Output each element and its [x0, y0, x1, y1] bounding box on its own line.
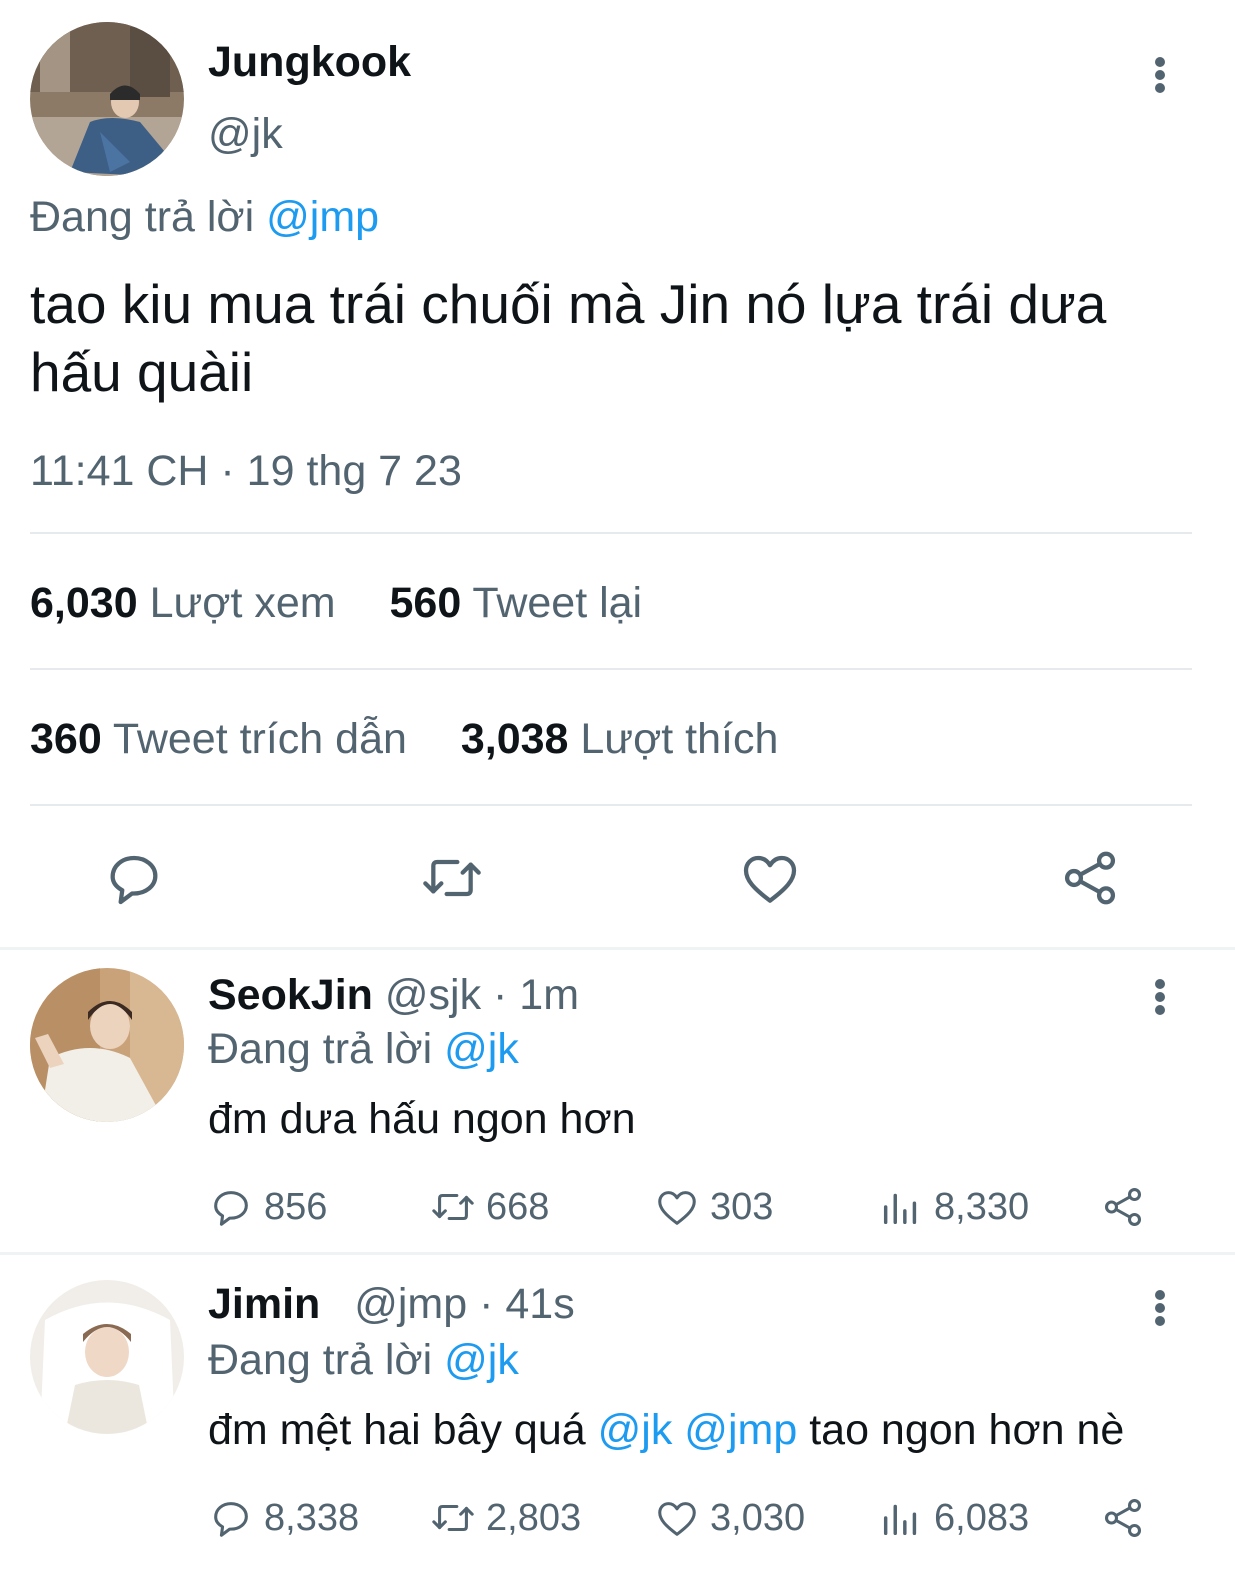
like-icon [658, 1191, 696, 1225]
likes-label: Lượt thích [580, 715, 779, 763]
like-count: 303 [710, 1185, 774, 1228]
reply-text: đm mệt hai bây quá @jk @jmp tao ngon hơn… [208, 1405, 1124, 1455]
divider [30, 668, 1192, 670]
replying-label: Đang trả lời [30, 193, 255, 241]
replying-label: Đang trả lời [208, 1025, 433, 1073]
more-options-icon[interactable] [1154, 1287, 1166, 1327]
reply-icon[interactable] [102, 846, 166, 910]
avatar[interactable] [30, 1280, 184, 1434]
reply-icon [214, 1502, 248, 1537]
author-name[interactable]: SeokJin [208, 971, 373, 1019]
likes-stat[interactable]: 3,038 Lượt thích [461, 715, 779, 763]
author-handle[interactable]: @jmp [354, 1280, 467, 1328]
retweets-label: Tweet lại [472, 579, 643, 627]
main-tweet: Jungkook @jk Đang trả lời @jmp tao kiu m… [0, 0, 1235, 955]
like-button[interactable]: 303 [654, 1182, 773, 1232]
reply-action-bar: 856 668 303 8,330 [208, 1182, 1168, 1232]
replying-to: Đang trả lời @jk [208, 1024, 519, 1074]
avatar-photo [30, 1280, 184, 1434]
retweet-icon[interactable] [420, 846, 484, 910]
mention-link[interactable]: @jk [598, 1406, 673, 1454]
retweets-stat[interactable]: 560 Tweet lại [390, 579, 643, 627]
replying-to: Đang trả lời @jmp [30, 192, 379, 242]
reply-action-bar: 8,338 2,803 3,030 6,083 [208, 1493, 1168, 1543]
views-label: Lượt xem [149, 579, 336, 627]
author-name[interactable]: Jimin [208, 1280, 320, 1328]
retweet-button[interactable]: 668 [430, 1182, 549, 1232]
replying-to-mention[interactable]: @jmp [266, 193, 379, 241]
avatar-photo [30, 968, 184, 1122]
author-handle[interactable]: @jk [208, 110, 283, 158]
share-icon [1104, 1499, 1142, 1537]
more-options-icon[interactable] [1154, 976, 1166, 1016]
retweet-icon [432, 1193, 474, 1221]
retweets-count: 560 [389, 579, 462, 627]
reply-header: Jimin @jmp · 41s [208, 1279, 575, 1329]
view-count: 6,083 [934, 1496, 1030, 1539]
reply-text-before: đm mệt hai bây quá [208, 1406, 586, 1454]
views-icon [883, 1193, 917, 1225]
avatar[interactable] [30, 22, 184, 176]
like-button[interactable]: 3,030 [654, 1493, 805, 1543]
views-icon [883, 1504, 917, 1536]
share-icon [1104, 1188, 1142, 1226]
tweet-text: tao kiu mua trái chuối mà Jin nó lựa trá… [30, 273, 1107, 403]
views-button[interactable]: 8,330 [878, 1182, 1029, 1232]
reply-text-after: tao ngon hơn nè [809, 1406, 1125, 1454]
tweet-timestamp[interactable]: 11:41 CH · 19 thg 7 23 [30, 446, 462, 496]
avatar-photo [30, 22, 184, 176]
author-name[interactable]: Jungkook [208, 38, 411, 86]
share-icon[interactable] [1058, 846, 1122, 910]
reply-time[interactable]: · 41s [479, 1280, 575, 1328]
mention-link[interactable]: @jmp [684, 1406, 797, 1454]
avatar[interactable] [30, 968, 184, 1122]
share-button[interactable] [1100, 1493, 1156, 1543]
more-options-icon[interactable] [1154, 54, 1166, 94]
retweet-count: 2,803 [486, 1496, 582, 1539]
divider [30, 532, 1192, 534]
retweet-button[interactable]: 2,803 [430, 1493, 581, 1543]
views-button[interactable]: 6,083 [878, 1493, 1029, 1543]
reply-button[interactable]: 856 [208, 1182, 327, 1232]
stats-row: 6,030 Lượt xem 560 Tweet lại [30, 578, 642, 628]
stats-row: 360 Tweet trích dẫn 3,038 Lượt thích [30, 714, 778, 764]
quotes-label: Tweet trích dẫn [112, 715, 407, 763]
reply-tweet[interactable]: Jimin @jmp · 41s Đang trả lời @jk đm mệt… [0, 1255, 1235, 1584]
retweet-count: 668 [486, 1185, 550, 1228]
replying-label: Đang trả lời [208, 1336, 433, 1384]
like-icon[interactable] [738, 846, 802, 910]
reply-text: đm dưa hấu ngon hơn [208, 1095, 636, 1143]
reply-icon [214, 1191, 248, 1226]
reply-button[interactable]: 8,338 [208, 1493, 359, 1543]
reply-tweet[interactable]: SeokJin @sjk · 1m Đang trả lời @jk đm dư… [0, 950, 1235, 1255]
divider [30, 804, 1192, 806]
reply-time[interactable]: · 1m [493, 971, 579, 1019]
retweet-icon [432, 1504, 474, 1532]
quotes-count: 360 [30, 715, 102, 763]
views-count: 6,030 [30, 579, 138, 627]
share-button[interactable] [1100, 1182, 1156, 1232]
author-handle[interactable]: @sjk [385, 971, 481, 1019]
quotes-stat[interactable]: 360 Tweet trích dẫn [30, 715, 419, 763]
replying-to-mention[interactable]: @jk [444, 1025, 519, 1073]
like-count: 3,030 [710, 1496, 806, 1539]
reply-count: 856 [264, 1185, 328, 1228]
like-icon [658, 1502, 696, 1536]
likes-count: 3,038 [460, 715, 569, 763]
reply-header: SeokJin @sjk · 1m [208, 970, 579, 1020]
replying-to-mention[interactable]: @jk [444, 1336, 519, 1384]
replying-to: Đang trả lời @jk [208, 1335, 519, 1385]
reply-count: 8,338 [264, 1496, 360, 1539]
view-count: 8,330 [934, 1185, 1030, 1228]
